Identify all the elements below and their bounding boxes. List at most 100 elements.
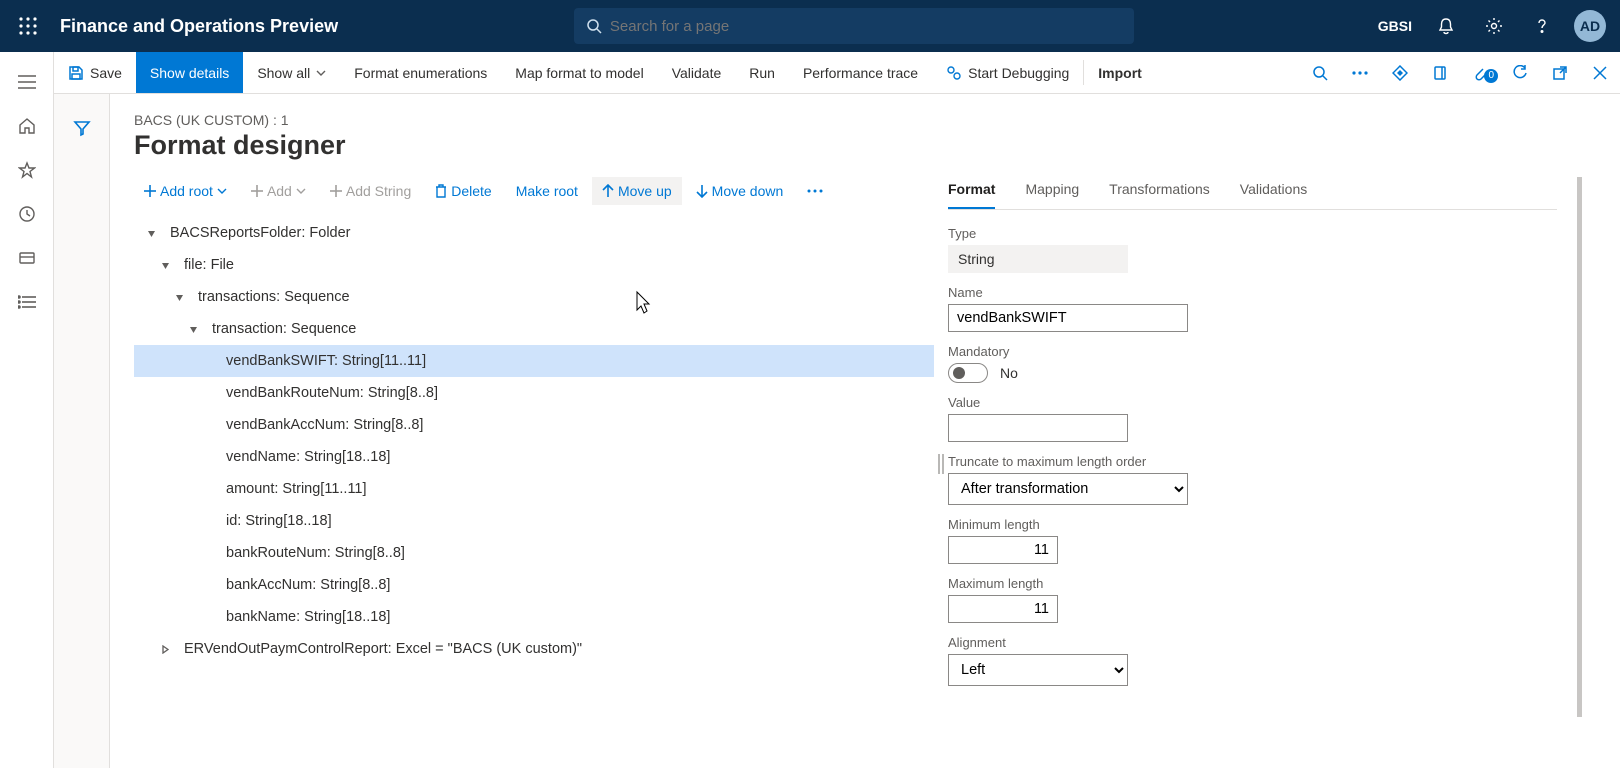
minlen-label: Minimum length bbox=[948, 517, 1557, 532]
tree-row[interactable]: BACSReportsFolder: Folder bbox=[134, 217, 934, 249]
chevron-down-icon bbox=[316, 70, 326, 76]
property-tabs: Format Mapping Transformations Validatio… bbox=[948, 177, 1557, 210]
tree-pane: Add root Add Add String Delete bbox=[134, 177, 934, 750]
maxlen-label: Maximum length bbox=[948, 576, 1557, 591]
import-button[interactable]: Import bbox=[1084, 52, 1156, 93]
move-down-button[interactable]: Move down bbox=[686, 177, 794, 205]
refresh-icon[interactable] bbox=[1500, 65, 1540, 81]
plus-icon bbox=[144, 185, 156, 197]
tree-row[interactable]: amount: String[11..11] bbox=[134, 473, 934, 505]
truncate-label: Truncate to maximum length order bbox=[948, 454, 1557, 469]
tab-validations[interactable]: Validations bbox=[1240, 177, 1307, 209]
tree-node-label: id: String[18..18] bbox=[226, 513, 332, 529]
add-button: Add bbox=[241, 177, 316, 205]
tree-row[interactable]: bankName: String[18..18] bbox=[134, 601, 934, 633]
tree-row[interactable]: file: File bbox=[134, 249, 934, 281]
user-avatar[interactable]: AD bbox=[1568, 4, 1612, 48]
minlen-input[interactable] bbox=[948, 536, 1058, 564]
tree-row[interactable]: id: String[18..18] bbox=[134, 505, 934, 537]
chevron-down-icon[interactable] bbox=[184, 325, 202, 334]
tree-node-label: bankRouteNum: String[8..8] bbox=[226, 545, 405, 561]
tree-row[interactable]: vendBankRouteNum: String[8..8] bbox=[134, 377, 934, 409]
format-enum-label: Format enumerations bbox=[354, 65, 487, 81]
search-input[interactable] bbox=[574, 8, 1134, 44]
tree-row[interactable]: vendBankSWIFT: String[11..11] bbox=[134, 345, 934, 377]
chevron-down-icon[interactable] bbox=[142, 229, 160, 238]
make-root-label: Make root bbox=[516, 183, 578, 199]
diamond-icon[interactable] bbox=[1380, 65, 1420, 81]
show-all-label: Show all bbox=[257, 65, 310, 81]
tab-transformations[interactable]: Transformations bbox=[1109, 177, 1210, 209]
attachments-icon[interactable]: 0 bbox=[1460, 65, 1500, 81]
value-input[interactable] bbox=[948, 414, 1128, 442]
gear-icon[interactable] bbox=[1472, 4, 1516, 48]
show-details-button[interactable]: Show details bbox=[136, 52, 243, 93]
plus-icon bbox=[251, 185, 263, 197]
tree-node-label: bankName: String[18..18] bbox=[226, 609, 390, 625]
chevron-down-icon[interactable] bbox=[156, 261, 174, 270]
run-button[interactable]: Run bbox=[735, 52, 789, 93]
chevron-down-icon[interactable] bbox=[170, 293, 188, 302]
close-icon[interactable] bbox=[1580, 66, 1620, 80]
tree-row[interactable]: vendName: String[18..18] bbox=[134, 441, 934, 473]
add-root-button[interactable]: Add root bbox=[134, 177, 237, 205]
import-label: Import bbox=[1098, 65, 1142, 81]
tree-row[interactable]: ERVendOutPaymControlReport: Excel = "BAC… bbox=[134, 633, 934, 665]
search-icon[interactable] bbox=[1300, 65, 1340, 81]
delete-button[interactable]: Delete bbox=[425, 177, 501, 205]
star-icon[interactable] bbox=[7, 150, 47, 190]
tab-mapping[interactable]: Mapping bbox=[1025, 177, 1079, 209]
field-maxlen: Maximum length bbox=[948, 576, 1557, 623]
more-icon[interactable] bbox=[1340, 71, 1380, 75]
splitter-handle[interactable] bbox=[934, 177, 948, 750]
page-options-icon[interactable] bbox=[1420, 65, 1460, 81]
tree-node-label: BACSReportsFolder: Folder bbox=[170, 225, 351, 241]
mandatory-toggle[interactable] bbox=[948, 363, 988, 383]
truncate-select[interactable]: After transformation bbox=[948, 473, 1188, 505]
company-code[interactable]: GBSI bbox=[1370, 18, 1420, 34]
value-label: Value bbox=[948, 395, 1557, 410]
format-enumerations-button[interactable]: Format enumerations bbox=[340, 52, 501, 93]
name-label: Name bbox=[948, 285, 1557, 300]
modules-icon[interactable] bbox=[7, 282, 47, 322]
performance-trace-button[interactable]: Performance trace bbox=[789, 52, 932, 93]
attachments-badge: 0 bbox=[1484, 69, 1498, 83]
tree-row[interactable]: bankAccNum: String[8..8] bbox=[134, 569, 934, 601]
map-format-button[interactable]: Map format to model bbox=[501, 52, 657, 93]
alignment-select[interactable]: Left bbox=[948, 654, 1128, 686]
filter-icon[interactable] bbox=[62, 108, 102, 148]
workspaces-icon[interactable] bbox=[7, 238, 47, 278]
home-icon[interactable] bbox=[7, 106, 47, 146]
save-button[interactable]: Save bbox=[54, 52, 136, 93]
format-tree[interactable]: BACSReportsFolder: Folderfile: Filetrans… bbox=[134, 217, 934, 665]
toolbar-more-icon[interactable] bbox=[797, 183, 833, 199]
validate-button[interactable]: Validate bbox=[658, 52, 736, 93]
move-up-button[interactable]: Move up bbox=[592, 177, 682, 205]
help-icon[interactable] bbox=[1520, 4, 1564, 48]
tree-row[interactable]: vendBankAccNum: String[8..8] bbox=[134, 409, 934, 441]
start-debugging-button[interactable]: Start Debugging bbox=[932, 52, 1083, 93]
tree-row[interactable]: transaction: Sequence bbox=[134, 313, 934, 345]
tree-row[interactable]: bankRouteNum: String[8..8] bbox=[134, 537, 934, 569]
validate-label: Validate bbox=[672, 65, 722, 81]
name-input[interactable] bbox=[948, 304, 1188, 332]
left-nav-rail bbox=[0, 52, 54, 768]
maxlen-input[interactable] bbox=[948, 595, 1058, 623]
move-up-label: Move up bbox=[618, 183, 672, 199]
tree-toolbar: Add root Add Add String Delete bbox=[134, 177, 934, 205]
popout-icon[interactable] bbox=[1540, 65, 1580, 81]
move-down-label: Move down bbox=[712, 183, 784, 199]
chevron-right-icon[interactable] bbox=[156, 645, 174, 654]
add-string-label: Add String bbox=[346, 183, 411, 199]
add-root-label: Add root bbox=[160, 183, 213, 199]
show-all-button[interactable]: Show all bbox=[243, 52, 340, 93]
bell-icon[interactable] bbox=[1424, 4, 1468, 48]
recent-icon[interactable] bbox=[7, 194, 47, 234]
properties-pane: Format Mapping Transformations Validatio… bbox=[948, 177, 1596, 750]
waffle-icon[interactable] bbox=[8, 6, 48, 46]
hamburger-icon[interactable] bbox=[7, 62, 47, 102]
tab-format[interactable]: Format bbox=[948, 177, 995, 209]
search-field[interactable] bbox=[610, 18, 1122, 35]
tree-row[interactable]: transactions: Sequence bbox=[134, 281, 934, 313]
make-root-button[interactable]: Make root bbox=[506, 177, 588, 205]
